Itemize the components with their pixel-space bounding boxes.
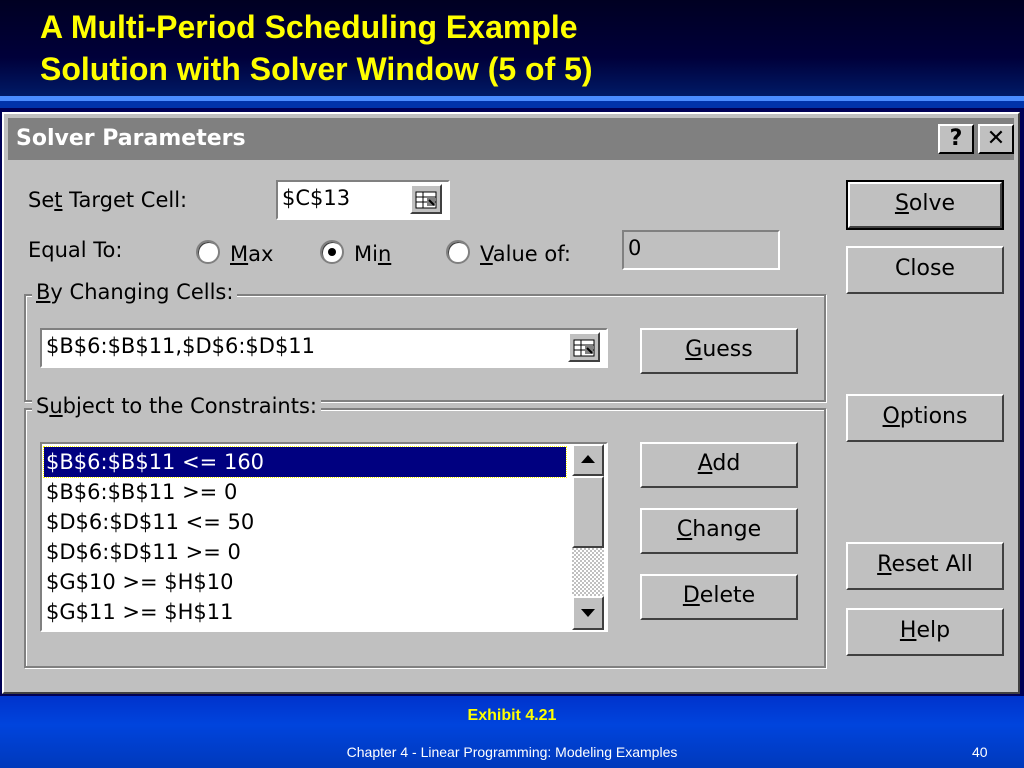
target-cell-label: Set Target Cell: [28, 188, 188, 212]
value-of-radio[interactable] [446, 240, 470, 264]
target-cell-input[interactable]: $C$13 [276, 180, 450, 220]
constraint-item[interactable]: $B$6:$B$11 <= 160 [43, 446, 567, 478]
slide-title-line2: Solution with Solver Window (5 of 5) [40, 51, 593, 87]
slide-title-line1: A Multi-Period Scheduling Example [40, 9, 578, 45]
close-icon[interactable]: ✕ [978, 124, 1014, 154]
max-radio[interactable] [196, 240, 220, 264]
constraints-listbox[interactable]: $B$6:$B$11 <= 160 $B$6:$B$11 >= 0 $D$6:$… [40, 442, 608, 632]
target-cell-value: $C$13 [282, 186, 351, 210]
scroll-track[interactable] [572, 548, 604, 596]
help-icon[interactable]: ? [938, 124, 974, 154]
arrow-down-icon [581, 609, 595, 617]
scroll-thumb[interactable] [572, 476, 604, 548]
solver-parameters-dialog: Solver Parameters ? ✕ Set Target Cell: $… [2, 112, 1020, 694]
max-radio-label: Max [230, 242, 274, 266]
equal-to-label: Equal To: [28, 238, 123, 262]
collapse-dialog-icon[interactable] [410, 184, 442, 214]
value-of-value: 0 [628, 236, 642, 260]
options-button[interactable]: Options [846, 394, 1004, 442]
constraint-item[interactable]: $G$10 >= $H$10 [46, 567, 234, 597]
footer-text: Chapter 4 - Linear Programming: Modeling… [346, 744, 678, 760]
constraints-scrollbar[interactable] [572, 444, 604, 630]
slide-title: A Multi-Period Scheduling Example Soluti… [40, 6, 593, 90]
arrow-up-icon [581, 455, 595, 463]
min-radio[interactable] [320, 240, 344, 264]
delete-button[interactable]: Delete [640, 574, 798, 620]
header-divider-shadow [0, 101, 1024, 108]
guess-button[interactable]: Guess [640, 328, 798, 374]
min-radio-label: Min [354, 242, 392, 266]
close-button[interactable]: Close [846, 246, 1004, 294]
constraint-item[interactable]: $D$6:$D$11 >= 0 [46, 537, 241, 567]
collapse-dialog-icon[interactable] [568, 332, 600, 362]
solve-button[interactable]: Solve [846, 180, 1004, 230]
add-button[interactable]: Add [640, 442, 798, 488]
dialog-title: Solver Parameters [16, 126, 246, 151]
reset-all-button[interactable]: Reset All [846, 542, 1004, 590]
changing-cells-value: $B$6:$B$11,$D$6:$D$11 [46, 334, 316, 358]
constraints-label: Subject to the Constraints: [32, 394, 321, 418]
constraint-item[interactable]: $G$11 >= $H$11 [46, 597, 234, 627]
exhibit-caption: Exhibit 4.21 [467, 707, 557, 724]
value-of-radio-label: Value of: [480, 242, 571, 266]
scroll-down-button[interactable] [572, 596, 604, 630]
changing-cells-input[interactable]: $B$6:$B$11,$D$6:$D$11 [40, 328, 608, 368]
page-number: 40 [972, 744, 988, 760]
help-button[interactable]: Help [846, 608, 1004, 656]
dialog-titlebar[interactable]: Solver Parameters ? ✕ [8, 118, 1014, 160]
changing-cells-label: By Changing Cells: [32, 280, 238, 304]
constraint-item[interactable]: $D$6:$D$11 <= 50 [46, 507, 254, 537]
value-of-input[interactable]: 0 [622, 230, 780, 270]
change-button[interactable]: Change [640, 508, 798, 554]
scroll-up-button[interactable] [572, 444, 604, 476]
constraint-item[interactable]: $B$6:$B$11 >= 0 [46, 477, 237, 507]
